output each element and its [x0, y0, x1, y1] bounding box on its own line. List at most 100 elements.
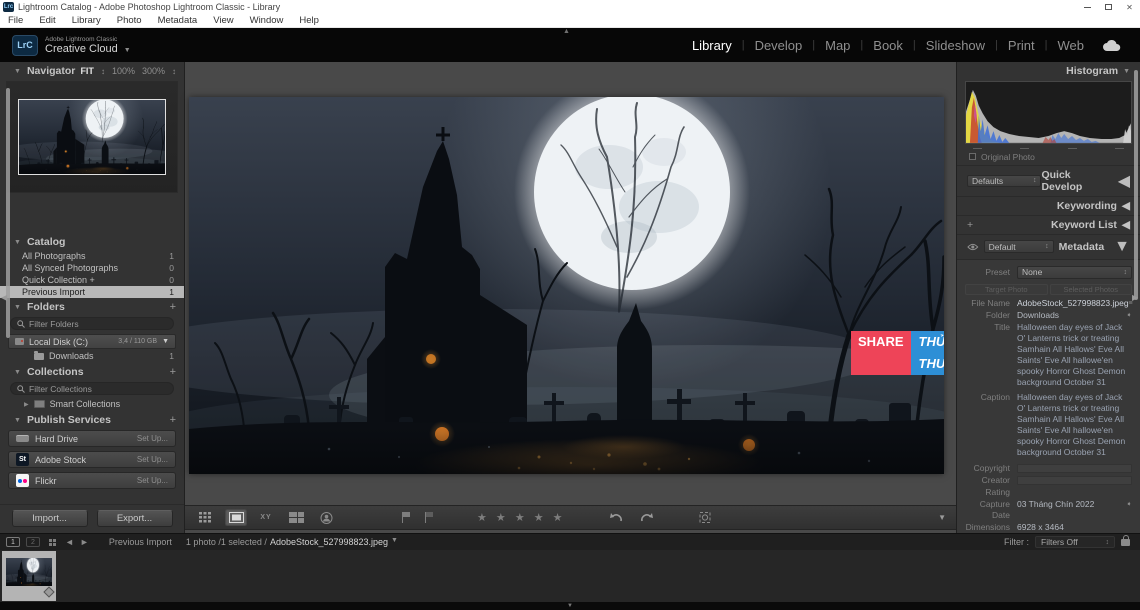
menu-view[interactable]: View — [205, 15, 241, 26]
chevron-down-icon[interactable]: ▼ — [124, 47, 131, 54]
tab-selected-photos[interactable]: Selected Photos — [1050, 284, 1133, 295]
collapse-triangle-icon[interactable]: ▼ — [14, 417, 21, 424]
metadata-view-dropdown[interactable]: Default↕ — [984, 240, 1054, 253]
filmstrip-thumbnail[interactable] — [6, 558, 52, 586]
publish-service-adobe-stock[interactable]: St Adobe Stock Set Up... — [8, 451, 176, 468]
navigator-thumbnail[interactable] — [18, 99, 166, 175]
eye-icon[interactable] — [967, 243, 979, 251]
expand-left-icon[interactable]: ◀ — [1118, 171, 1130, 191]
minimize-button[interactable] — [1077, 0, 1098, 14]
set-up-link[interactable]: Set Up... — [137, 476, 168, 485]
keywording-header[interactable]: Keywording ◀ — [957, 197, 1140, 216]
histogram-display[interactable] — [965, 81, 1132, 144]
catalog-item-previous-import[interactable]: Previous Import 1 — [0, 286, 184, 298]
creative-cloud-label[interactable]: Creative Cloud — [45, 43, 118, 55]
catalog-item-all-synced[interactable]: All Synced Photographs 0 — [0, 262, 184, 274]
add-collection-icon[interactable]: + — [170, 366, 176, 378]
publish-service-flickr[interactable]: Flickr Set Up... — [8, 472, 176, 489]
preset-dropdown[interactable]: None↕ — [1017, 266, 1132, 279]
set-up-link[interactable]: Set Up... — [137, 455, 168, 464]
collapse-triangle-icon[interactable]: ▼ — [1114, 238, 1130, 256]
close-button[interactable]: ✕ — [1119, 0, 1140, 14]
compare-view-button[interactable]: XY — [255, 509, 277, 526]
add-keyword-icon[interactable]: + — [967, 219, 973, 231]
menu-window[interactable]: Window — [242, 15, 292, 26]
quick-develop-header[interactable]: Defaults↕ Quick Develop ◀ — [957, 166, 1140, 197]
maximize-button[interactable] — [1098, 0, 1119, 14]
expand-triangle-icon[interactable]: ▼ — [162, 338, 169, 345]
capture-date-icon[interactable]: ➧ — [1122, 499, 1132, 521]
collapse-bottom-panel-icon[interactable]: ▼ — [567, 603, 573, 609]
module-print[interactable]: Print — [998, 38, 1045, 53]
filmstrip-thumbnail-cell[interactable] — [2, 551, 56, 601]
tab-target-photo[interactable]: Target Photo — [965, 284, 1048, 295]
module-library[interactable]: Library — [682, 38, 742, 53]
collapse-left-panel-icon[interactable]: ◀ — [1, 293, 7, 302]
module-map[interactable]: Map — [815, 38, 860, 53]
import-button[interactable]: Import... — [12, 510, 88, 527]
filter-collections-input[interactable]: Filter Collections — [10, 382, 174, 395]
menu-edit[interactable]: Edit — [31, 15, 63, 26]
copyright-input[interactable] — [1017, 464, 1132, 473]
original-photo-checkbox[interactable] — [969, 153, 976, 160]
go-back-icon[interactable]: ◄ — [65, 537, 74, 547]
flag-pick-icon[interactable] — [402, 512, 411, 523]
collapse-triangle-icon[interactable]: ▼ — [14, 239, 21, 246]
collapse-triangle-icon[interactable]: ▼ — [14, 68, 21, 75]
chevron-down-icon[interactable]: ▼ — [391, 537, 398, 547]
publish-services-header[interactable]: ▼ Publish Services + — [0, 411, 184, 428]
keyword-list-header[interactable]: + Keyword List ◀ — [957, 216, 1140, 235]
selected-filename[interactable]: AdobeStock_527998823.jpeg — [270, 537, 388, 547]
thumbnail-badge-icon[interactable] — [43, 586, 54, 597]
second-window-button[interactable]: 2 — [26, 537, 40, 547]
creative-cloud-sync-icon[interactable] — [1102, 39, 1122, 52]
filter-lock-icon[interactable] — [1121, 539, 1130, 546]
collapse-triangle-icon[interactable]: ▼ — [1123, 68, 1130, 75]
collapse-right-panel-icon[interactable]: ▶ — [1132, 293, 1138, 302]
main-window-button[interactable]: 1 — [6, 537, 20, 547]
menu-metadata[interactable]: Metadata — [150, 15, 206, 26]
people-view-button[interactable] — [315, 509, 337, 526]
module-develop[interactable]: Develop — [745, 38, 813, 53]
toolbar-options-caret[interactable]: ▼ — [938, 513, 946, 522]
navigator-header[interactable]: ▼ Navigator FIT↕ 100% 300%↕ — [0, 62, 184, 79]
menu-file[interactable]: File — [0, 15, 31, 26]
metadata-header[interactable]: Default↕ Metadata ▼ — [957, 235, 1140, 259]
expand-right-icon[interactable]: ▶ — [24, 401, 29, 408]
collapse-triangle-icon[interactable]: ▼ — [14, 304, 21, 311]
catalog-item-all-photographs[interactable]: All Photographs 1 — [0, 250, 184, 262]
collections-header[interactable]: ▼ Collections + — [0, 363, 184, 380]
set-up-link[interactable]: Set Up... — [137, 434, 168, 443]
folder-local-disk[interactable]: Local Disk (C:) 3,4 / 110 GB ▼ — [8, 334, 176, 349]
module-book[interactable]: Book — [863, 38, 913, 53]
zoom-100-option[interactable]: 100% — [112, 66, 135, 76]
saved-preset-dropdown[interactable]: Defaults↕ — [967, 175, 1041, 187]
add-publish-service-icon[interactable]: + — [170, 414, 176, 426]
grid-overlay-icon[interactable] — [694, 509, 716, 526]
folder-downloads[interactable]: Downloads 1 — [0, 349, 184, 363]
fit-stepper-icon[interactable]: ↕ — [101, 67, 105, 76]
export-button[interactable]: Export... — [97, 510, 173, 527]
filmstrip-source[interactable]: Previous Import — [109, 537, 172, 547]
add-folder-icon[interactable]: + — [170, 301, 176, 313]
histogram-header[interactable]: Histogram ▼ — [957, 62, 1140, 79]
filter-dropdown[interactable]: Filters Off↕ — [1035, 536, 1115, 548]
smart-collections-item[interactable]: ▶ Smart Collections — [0, 397, 184, 411]
module-slideshow[interactable]: Slideshow — [916, 38, 995, 53]
expand-left-icon[interactable]: ◀ — [1122, 200, 1130, 212]
menu-help[interactable]: Help — [291, 15, 327, 26]
selected-photo[interactable]: SHARE THỦ THUẬT — [189, 97, 944, 474]
loupe-view-button[interactable] — [225, 509, 247, 526]
grid-view-button[interactable] — [195, 509, 217, 526]
right-panel-scrollbar[interactable] — [1134, 70, 1138, 300]
expand-left-icon[interactable]: ◀ — [1122, 219, 1130, 231]
grid-view-shortcut-icon[interactable] — [49, 539, 56, 546]
collapse-triangle-icon[interactable]: ▼ — [14, 369, 21, 376]
folders-header[interactable]: ▼ Folders + — [0, 298, 184, 315]
catalog-header[interactable]: ▼ Catalog — [0, 233, 184, 250]
filter-folders-input[interactable]: Filter Folders — [10, 317, 174, 330]
catalog-item-quick-collection[interactable]: Quick Collection + 0 — [0, 274, 184, 286]
flag-reject-icon[interactable] — [425, 512, 434, 523]
module-web[interactable]: Web — [1048, 38, 1095, 53]
fit-zoom-option[interactable]: FIT — [80, 66, 94, 76]
